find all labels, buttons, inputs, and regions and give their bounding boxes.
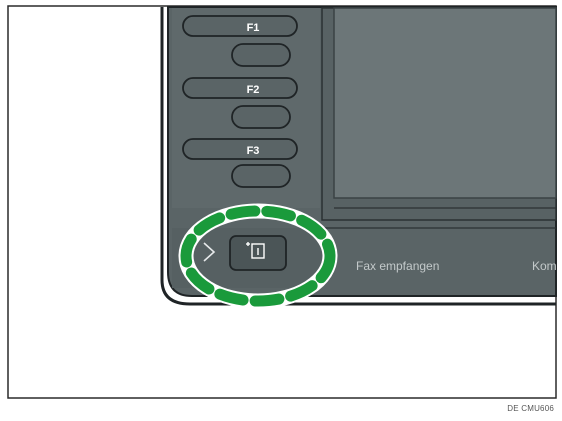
function-key-f3-sub-button[interactable] [231, 164, 291, 188]
control-panel-illustration: F1 F2 F3 Fax empfangen Kom [7, 5, 557, 399]
function-key-f3[interactable]: F3 [182, 138, 298, 160]
function-key-f1-label: F1 [247, 22, 260, 34]
function-key-f2-label: F2 [247, 84, 260, 96]
tab-fax-received[interactable]: Fax empfangen [356, 259, 439, 273]
function-key-f3-label: F3 [247, 145, 260, 157]
touch-screen [333, 7, 557, 199]
control-panel: F1 F2 F3 Fax empfangen Kom [160, 6, 557, 306]
tab-truncated[interactable]: Kom [532, 259, 557, 273]
image-code: DE CMU606 [507, 404, 554, 413]
info-key-button[interactable] [229, 235, 287, 271]
function-key-f2[interactable]: F2 [182, 77, 298, 99]
function-key-f2-sub-button[interactable] [231, 105, 291, 129]
function-key-f1[interactable]: F1 [182, 15, 298, 37]
illustration: F1 F2 F3 Fax empfangen Kom DE CMU606 [0, 0, 562, 421]
function-key-f1-sub-button[interactable] [231, 43, 291, 67]
